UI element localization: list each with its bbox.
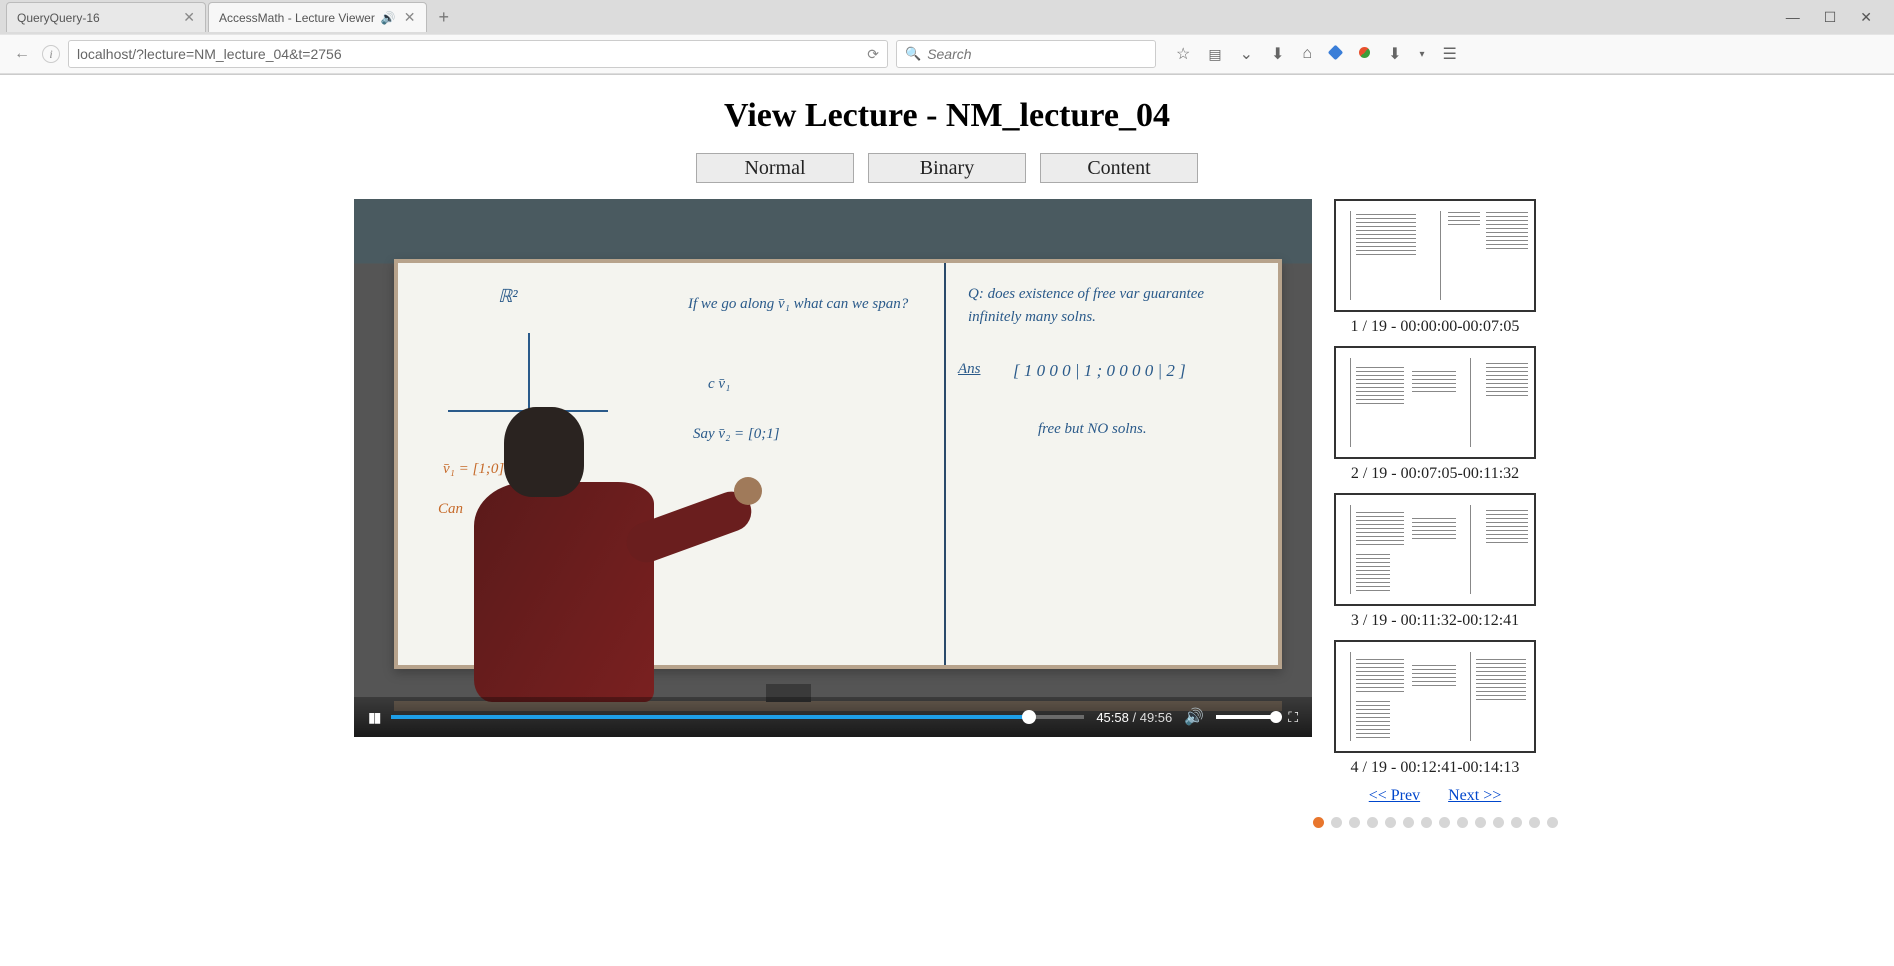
instructor	[474, 407, 714, 707]
ext-arrow-drop-icon[interactable]: ▾	[1419, 49, 1424, 60]
wb-cv1: c v̄₁	[708, 373, 730, 396]
info-icon[interactable]: i	[42, 45, 60, 63]
downloads-icon[interactable]: ⬇	[1271, 44, 1284, 64]
dot-6[interactable]	[1403, 817, 1414, 828]
tab-accessmath[interactable]: AccessMath - Lecture Viewer 🔊 ✕	[208, 2, 427, 32]
tab-title: AccessMath - Lecture Viewer	[219, 11, 375, 25]
current-time: 45:58	[1096, 710, 1129, 725]
wb-ans: Ans	[958, 358, 981, 381]
window-controls: — ☐ ✕	[1774, 5, 1884, 30]
wb-matrix: [ 1 0 0 0 | 1 ; 0 0 0 0 | 2 ]	[1013, 358, 1186, 384]
lecture-scene: ℝ² v̄₁ = [1;0] Can of ℝ² by of v̄₁? If w…	[354, 199, 1312, 737]
back-icon[interactable]: ←	[10, 41, 34, 67]
search-bar[interactable]: 🔍	[896, 40, 1156, 68]
duration: 49:56	[1140, 710, 1173, 725]
minimize-icon[interactable]: —	[1786, 9, 1800, 26]
progress-thumb[interactable]	[1022, 710, 1036, 724]
dot-5[interactable]	[1385, 817, 1396, 828]
prev-link[interactable]: << Prev	[1369, 787, 1420, 805]
thumb-3-label: 3 / 19 - 00:11:32-00:12:41	[1351, 612, 1519, 630]
thumb-2[interactable]	[1334, 346, 1536, 459]
thumb-1-label: 1 / 19 - 00:00:00-00:07:05	[1351, 318, 1520, 336]
new-tab-button[interactable]: +	[429, 7, 460, 28]
video-frame[interactable]: ℝ² v̄₁ = [1;0] Can of ℝ² by of v̄₁? If w…	[354, 199, 1312, 737]
close-window-icon[interactable]: ✕	[1860, 9, 1872, 26]
close-icon[interactable]: ✕	[183, 9, 195, 26]
progress-bar[interactable]	[391, 715, 1084, 719]
ext-blue-icon[interactable]	[1330, 45, 1341, 63]
dot-2[interactable]	[1331, 817, 1342, 828]
wb-r2: ℝ²	[498, 283, 518, 310]
pause-icon[interactable]: ▮▮	[368, 709, 379, 726]
thumb-3[interactable]	[1334, 493, 1536, 606]
fullscreen-icon[interactable]: ⛶	[1288, 709, 1298, 726]
keyframe-sidebar: 1 / 19 - 00:00:00-00:07:05 2 / 19 - 00:0…	[1330, 199, 1540, 828]
thumb-1[interactable]	[1334, 199, 1536, 312]
dot-12[interactable]	[1511, 817, 1522, 828]
tab-query[interactable]: QueryQuery-16 ✕	[6, 2, 206, 32]
volume-bar[interactable]	[1216, 715, 1276, 719]
progress-fill	[391, 715, 1028, 719]
page-title: View Lecture - NM_lecture_04	[0, 75, 1894, 153]
pager: << Prev Next >>	[1369, 787, 1502, 805]
video-controls: ▮▮ 45:58 / 49:56 🔊 ⛶	[354, 697, 1312, 737]
pocket-icon[interactable]: ⌄	[1240, 44, 1253, 64]
thumb-4[interactable]	[1334, 640, 1536, 753]
mode-normal-button[interactable]: Normal	[696, 153, 854, 183]
volume-fill	[1216, 715, 1276, 719]
volume-icon[interactable]: 🔊	[1184, 707, 1204, 727]
reload-icon[interactable]: ⟳	[867, 46, 879, 63]
sound-icon[interactable]: 🔊	[381, 11, 396, 25]
mode-buttons: Normal Binary Content	[0, 153, 1894, 183]
mode-binary-button[interactable]: Binary	[868, 153, 1026, 183]
thumb-2-label: 2 / 19 - 00:07:05-00:11:32	[1351, 465, 1519, 483]
reader-icon[interactable]: ▤	[1208, 46, 1221, 63]
dot-9[interactable]	[1457, 817, 1468, 828]
ext-arrow-icon[interactable]: ⬇	[1388, 44, 1401, 64]
maximize-icon[interactable]: ☐	[1824, 9, 1837, 26]
dot-13[interactable]	[1529, 817, 1540, 828]
video-player: ℝ² v̄₁ = [1;0] Can of ℝ² by of v̄₁? If w…	[354, 199, 1312, 737]
dot-1[interactable]	[1313, 817, 1324, 828]
browser-chrome: — ☐ ✕ QueryQuery-16 ✕ AccessMath - Lectu…	[0, 0, 1894, 75]
volume-thumb[interactable]	[1270, 711, 1282, 723]
dot-4[interactable]	[1367, 817, 1378, 828]
search-icon: 🔍	[905, 46, 921, 62]
dot-7[interactable]	[1421, 817, 1432, 828]
wb-free: free but NO solns.	[1038, 418, 1147, 441]
mode-content-button[interactable]: Content	[1040, 153, 1198, 183]
time-display: 45:58 / 49:56	[1096, 710, 1172, 725]
url-input[interactable]	[77, 46, 867, 62]
page-dots	[1313, 817, 1558, 828]
search-input[interactable]	[927, 46, 1147, 62]
dot-10[interactable]	[1475, 817, 1486, 828]
bookmark-star-icon[interactable]: ☆	[1176, 44, 1190, 64]
next-link[interactable]: Next >>	[1448, 787, 1501, 805]
wb-qspan: If we go along v̄₁ what can we span?	[688, 293, 938, 316]
tab-title: QueryQuery-16	[17, 11, 175, 25]
toolbar-icons: ☆ ▤ ⌄ ⬇ ⌂ ⬇ ▾ ☰	[1176, 44, 1457, 64]
thumb-4-label: 4 / 19 - 00:12:41-00:14:13	[1351, 759, 1520, 777]
wb-can1: Can	[438, 498, 463, 521]
ext-multi-icon[interactable]	[1359, 45, 1370, 63]
tab-strip: — ☐ ✕ QueryQuery-16 ✕ AccessMath - Lectu…	[0, 0, 1894, 34]
close-icon[interactable]: ✕	[404, 9, 416, 26]
url-bar[interactable]: ⟳	[68, 40, 888, 68]
dot-8[interactable]	[1439, 817, 1450, 828]
navbar: ← i ⟳ 🔍 ☆ ▤ ⌄ ⬇ ⌂ ⬇ ▾ ☰	[0, 34, 1894, 74]
dot-14[interactable]	[1547, 817, 1558, 828]
dot-3[interactable]	[1349, 817, 1360, 828]
dot-11[interactable]	[1493, 817, 1504, 828]
menu-icon[interactable]: ☰	[1443, 44, 1457, 64]
content-container: ℝ² v̄₁ = [1;0] Can of ℝ² by of v̄₁? If w…	[0, 199, 1894, 828]
home-icon[interactable]: ⌂	[1302, 45, 1312, 63]
wb-qright: Q: does existence of free var guarantee …	[968, 283, 1258, 328]
page: View Lecture - NM_lecture_04 Normal Bina…	[0, 75, 1894, 828]
